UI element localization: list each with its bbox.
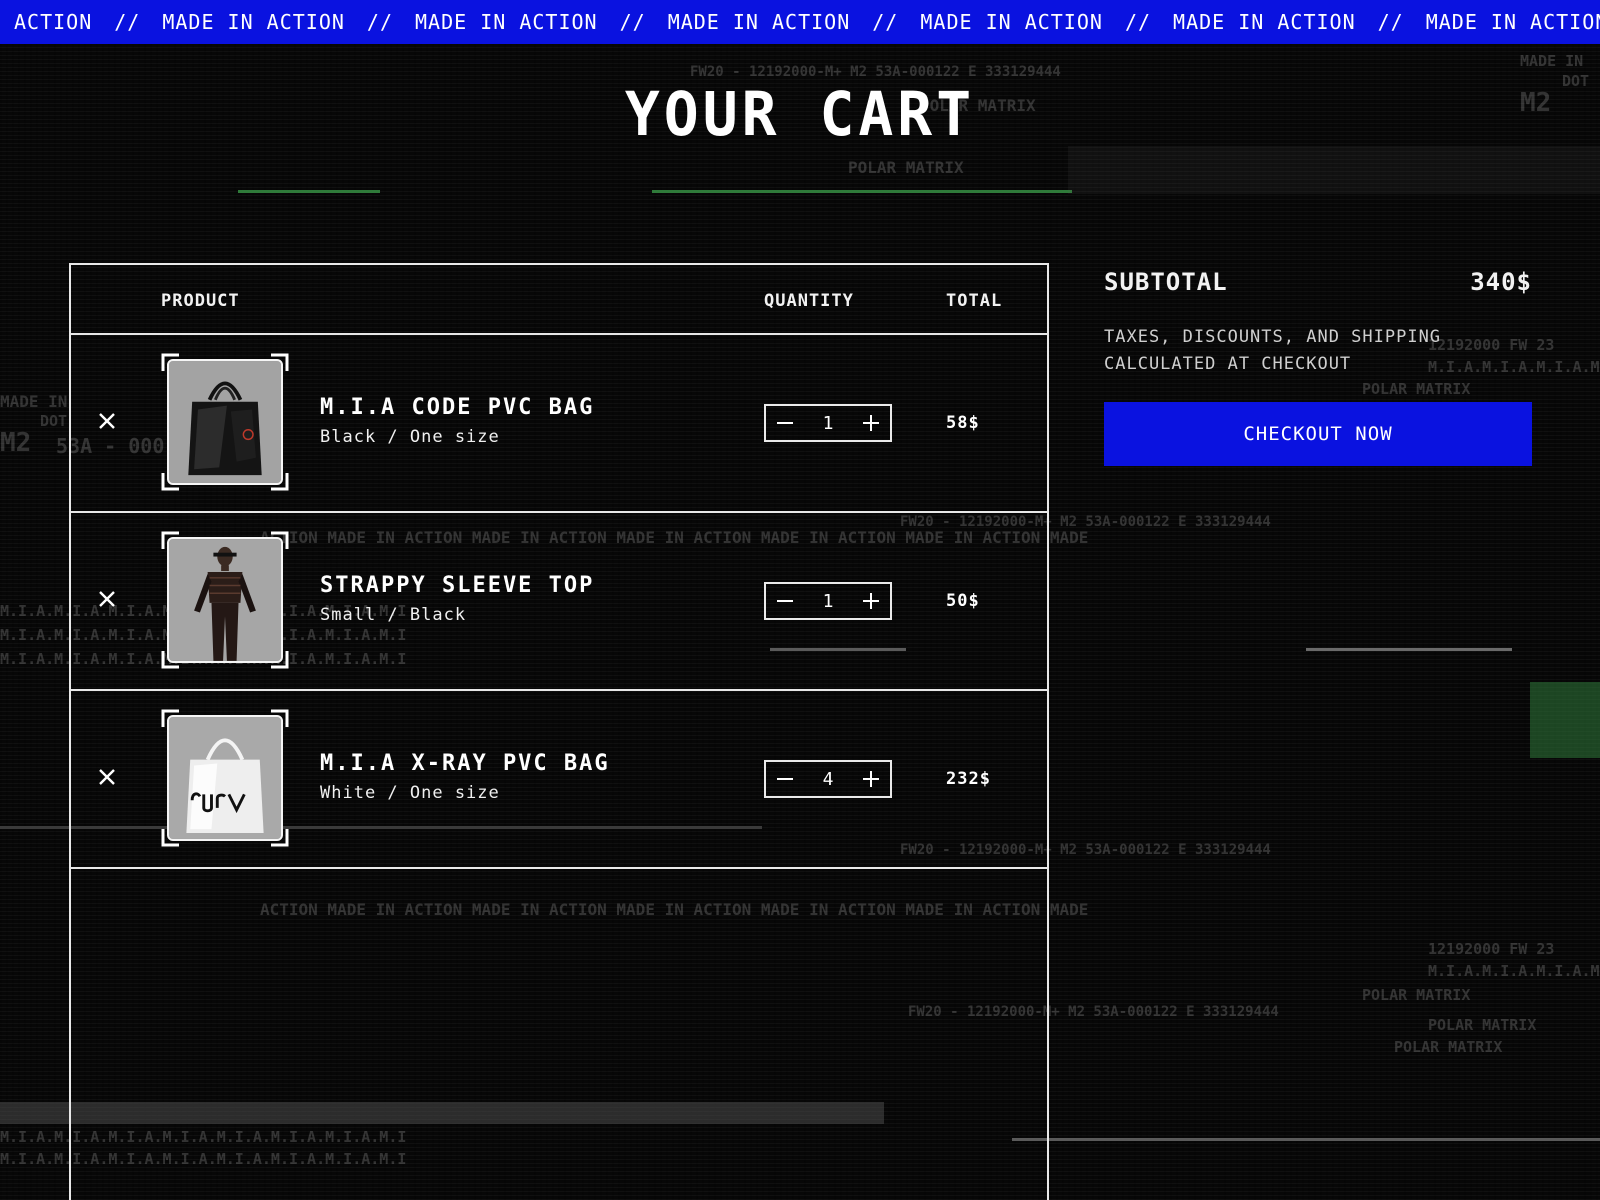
- decrease-quantity-button[interactable]: [766, 584, 804, 618]
- cart-row-strappy-sleeve-top: STRAPPY SLEEVE TOP Small / Black 1 50$: [71, 513, 1047, 691]
- decor-grey-line-4: [1012, 1138, 1600, 1141]
- increase-quantity-button[interactable]: [852, 762, 890, 796]
- item-variant: White / One size: [320, 783, 500, 803]
- quantity-value[interactable]: 1: [804, 591, 852, 612]
- item-name[interactable]: M.I.A X-RAY PVC BAG: [320, 751, 610, 776]
- black-tote-bag-image: [169, 361, 281, 483]
- item-name[interactable]: M.I.A CODE PVC BAG: [320, 395, 594, 420]
- remove-item-button[interactable]: [95, 765, 119, 789]
- minus-icon: [777, 778, 793, 780]
- cart-table-header: PRODUCT QUANTITY TOTAL: [71, 265, 1047, 335]
- subtotal-value: 340$: [1470, 268, 1532, 296]
- decor-polar-matrix-right-2: POLAR MATRIX: [1362, 986, 1471, 1004]
- decor-m2-left: M2: [0, 428, 32, 458]
- model-wearing-top-image: [169, 539, 281, 661]
- ticker-segment: MADE IN ACTION: [920, 10, 1103, 34]
- page-title: YOUR CART: [624, 78, 976, 150]
- decor-made-in-left: MADE IN: [0, 392, 68, 411]
- decor-mia-right-2: M.I.A.M.I.A.M.I.A.M.I.A.M.I.A.M.I.A.M.I.…: [1428, 962, 1600, 980]
- quantity-stepper: 4: [764, 760, 892, 798]
- decor-polar-matrix-right-4: POLAR MATRIX: [1394, 1038, 1503, 1056]
- close-icon: [99, 769, 115, 785]
- ticker-separator: //: [619, 10, 646, 34]
- increase-quantity-button[interactable]: [852, 584, 890, 618]
- cart-row-code-pvc-bag: M.I.A CODE PVC BAG Black / One size 1 58…: [71, 335, 1047, 513]
- ticker-separator: //: [366, 10, 394, 34]
- decor-polar-matrix-top-2: POLAR MATRIX: [848, 158, 964, 177]
- decrease-quantity-button[interactable]: [766, 762, 804, 796]
- ticker-segment: MADE IN ACTION: [162, 10, 345, 34]
- ticker-segment: MADE IN ACTION: [1173, 10, 1356, 34]
- cart-row-xray-pvc-bag: M.I.A X-RAY PVC BAG White / One size 4 2…: [71, 691, 1047, 869]
- decor-polar-matrix-right-3: POLAR MATRIX: [1428, 1016, 1537, 1034]
- ticker-separator: //: [1124, 10, 1152, 34]
- decor-green-line-2: [652, 190, 1072, 193]
- ticker-segment: MADE IN ACTION: [415, 10, 598, 34]
- quantity-stepper: 1: [764, 582, 892, 620]
- line-total: 232$: [946, 769, 991, 789]
- plus-icon: [863, 593, 879, 609]
- header-quantity: QUANTITY: [764, 291, 854, 311]
- remove-item-button[interactable]: [95, 587, 119, 611]
- close-icon: [99, 413, 115, 429]
- ticker-separator: //: [114, 10, 141, 34]
- item-name[interactable]: STRAPPY SLEEVE TOP: [320, 573, 594, 598]
- ticker-separator: //: [1377, 10, 1404, 34]
- remove-item-button[interactable]: [95, 409, 119, 433]
- header-total: TOTAL: [946, 291, 1003, 311]
- ticker-segment: MADE IN ACTION: [667, 10, 851, 34]
- cart-table: PRODUCT QUANTITY TOTAL M.I.A CODE PVC BA…: [69, 263, 1049, 1200]
- quantity-value[interactable]: 4: [804, 769, 852, 790]
- close-icon: [99, 591, 115, 607]
- clear-pvc-bag-image: [169, 717, 281, 839]
- tax-note: TAXES, DISCOUNTS, AND SHIPPING CALCULATE…: [1104, 327, 1442, 374]
- decor-green-line-1: [238, 190, 380, 193]
- product-image-strappy-top[interactable]: [167, 537, 283, 663]
- plus-icon: [863, 415, 879, 431]
- decor-grey-line-2: [1306, 648, 1512, 651]
- ticker-track: ACTION // MADE IN ACTION // MADE IN ACTION //…: [0, 0, 1600, 44]
- decor-made-in-top-right: MADE IN: [1520, 52, 1584, 70]
- header-product: PRODUCT: [161, 291, 240, 311]
- decrease-quantity-button[interactable]: [766, 406, 804, 440]
- increase-quantity-button[interactable]: [852, 406, 890, 440]
- item-variant: Black / One size: [320, 427, 500, 447]
- line-total: 58$: [946, 413, 980, 433]
- decor-dot-left: DOT: [40, 412, 68, 430]
- marquee-ticker: ACTION // MADE IN ACTION // MADE IN ACTION //…: [0, 0, 1600, 44]
- checkout-now-button[interactable]: CHECKOUT NOW: [1104, 402, 1532, 466]
- decor-polar-matrix-right: POLAR MATRIX: [1362, 380, 1471, 398]
- subtotal-label: SUBTOTAL: [1104, 268, 1228, 296]
- product-image-black-tote[interactable]: [167, 359, 283, 485]
- plus-icon: [863, 771, 879, 787]
- quantity-value[interactable]: 1: [804, 413, 852, 434]
- ticker-segment: ACTION: [14, 10, 93, 34]
- decor-green-block-right: [1530, 682, 1600, 758]
- quantity-stepper: 1: [764, 404, 892, 442]
- minus-icon: [777, 422, 793, 424]
- minus-icon: [777, 600, 793, 602]
- item-variant: Small / Black: [320, 605, 467, 625]
- line-total: 50$: [946, 591, 980, 611]
- product-image-clear-bag[interactable]: [167, 715, 283, 841]
- ticker-separator: //: [872, 10, 899, 34]
- decor-grey-block-top-right: [1068, 146, 1600, 194]
- decor-code-right-2: 12192000 FW 23: [1428, 940, 1555, 958]
- ticker-segment: MADE IN ACTION: [1425, 10, 1600, 34]
